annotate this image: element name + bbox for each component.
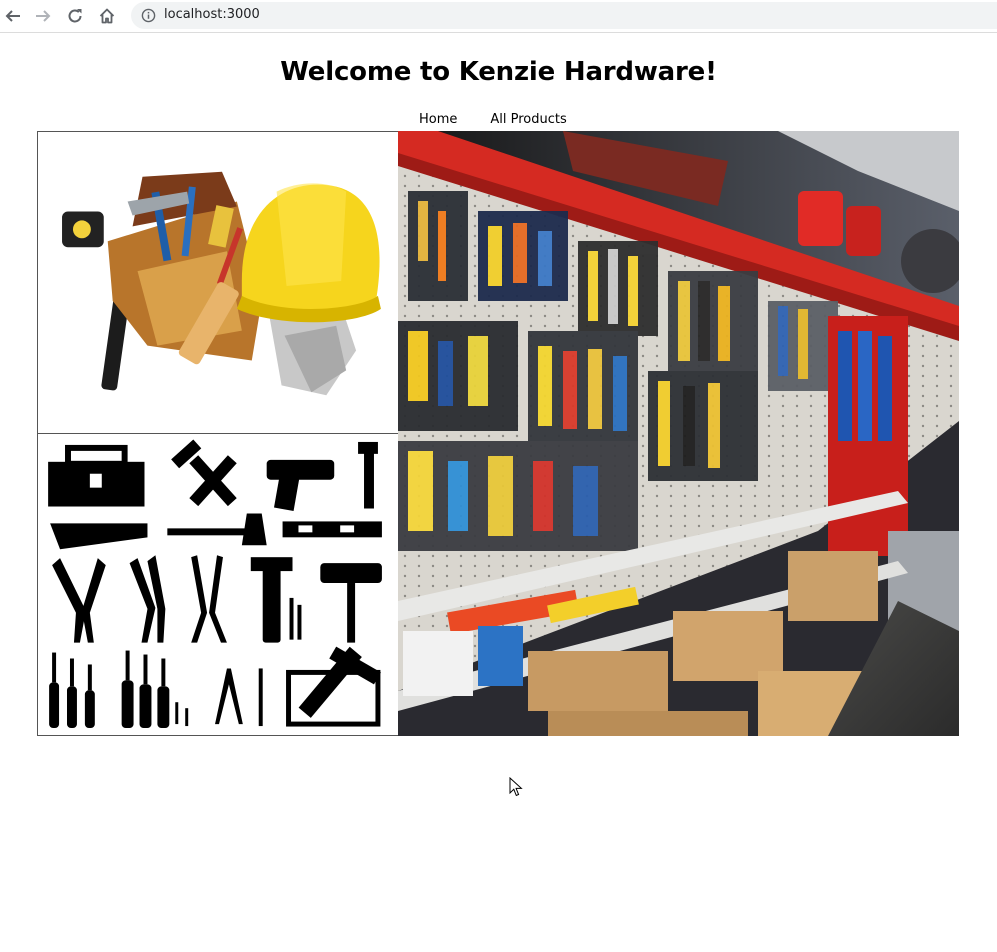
back-button[interactable] xyxy=(1,4,25,28)
tool-belt-and-hard-hat-photo xyxy=(38,132,398,433)
nav-link-all-products[interactable]: All Products xyxy=(490,112,566,127)
forward-button[interactable] xyxy=(31,4,55,28)
home-button[interactable] xyxy=(95,4,119,28)
hardware-store-aisle-photo xyxy=(398,131,959,736)
main-nav: Home All Products xyxy=(419,112,567,127)
mouse-cursor-icon xyxy=(509,777,523,797)
url-text[interactable]: localhost:3000 xyxy=(164,7,260,22)
browser-toolbar: localhost:3000 xyxy=(0,0,997,33)
store-aisle-image xyxy=(398,131,959,736)
page-title: Welcome to Kenzie Hardware! xyxy=(280,57,717,87)
reload-button[interactable] xyxy=(63,4,87,28)
arrow-right-icon xyxy=(36,10,51,22)
address-bar[interactable]: localhost:3000 xyxy=(131,2,997,29)
info-circle-icon[interactable] xyxy=(141,8,156,23)
tool-belt-image xyxy=(37,131,399,434)
home-icon xyxy=(99,8,115,24)
arrow-left-icon xyxy=(5,10,20,22)
hand-tools-icon-collage xyxy=(38,434,398,735)
nav-link-home[interactable]: Home xyxy=(419,112,457,127)
tool-icons-image xyxy=(37,433,399,736)
reload-icon xyxy=(68,9,82,23)
